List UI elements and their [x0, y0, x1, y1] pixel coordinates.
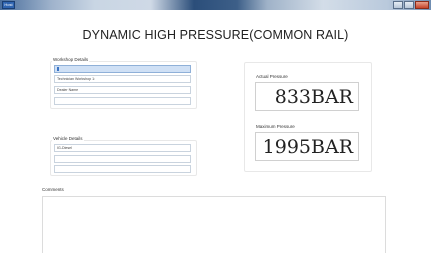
page-title: DYNAMIC HIGH PRESSURE(COMMON RAIL) [82, 28, 349, 42]
minimize-button[interactable] [393, 1, 403, 9]
vehicle-field-2[interactable] [54, 155, 191, 163]
vehicle-details-label: Vehicle Details [52, 136, 84, 141]
maximize-button[interactable] [404, 1, 414, 9]
window-title-bar[interactable]: Host [0, 0, 431, 10]
workshop-field-1[interactable] [54, 65, 191, 73]
actual-pressure-label: Actual Pressure [256, 74, 288, 79]
vehicle-field-1[interactable]: IG-Diesel [54, 144, 191, 152]
actual-pressure-value: 833BAR [255, 82, 359, 111]
close-button[interactable] [415, 1, 429, 9]
workshop-field-4[interactable] [54, 97, 191, 105]
app-icon-label: Host [4, 2, 13, 7]
app-icon[interactable]: Host [2, 1, 15, 9]
vehicle-field-3[interactable] [54, 165, 191, 173]
workshop-field-3[interactable]: Dealer Name [54, 86, 191, 94]
workshop-field-2[interactable]: Technician Workshop 1: [54, 75, 191, 83]
workshop-field-1-value [57, 67, 59, 71]
comments-label: Comments [42, 187, 64, 192]
workshop-details-label: Workshop Details [52, 57, 90, 62]
comments-textarea[interactable] [42, 196, 386, 253]
window-controls [393, 1, 429, 9]
maximum-pressure-value: 1995BAR [255, 132, 359, 161]
maximum-pressure-label: Maximum Pressure [256, 124, 295, 129]
